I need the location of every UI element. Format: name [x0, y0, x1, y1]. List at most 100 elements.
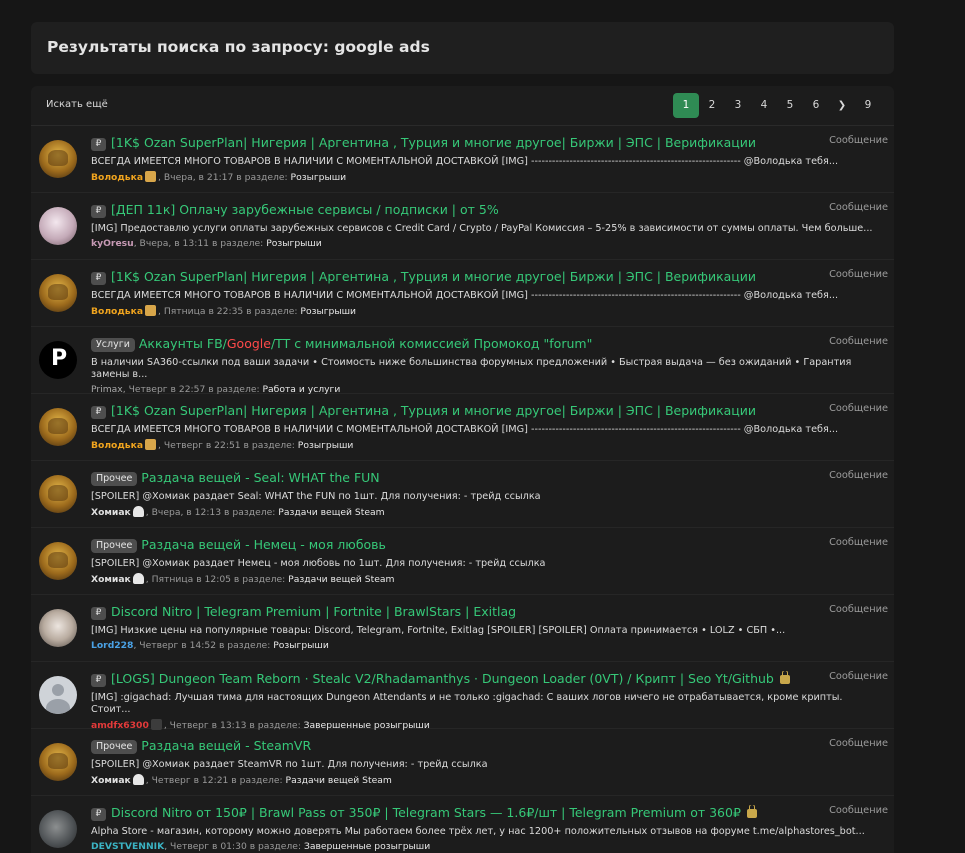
page-2-button[interactable]: 2 — [699, 93, 725, 118]
section-link[interactable]: Раздачи вещей Steam — [286, 775, 392, 786]
title-text[interactable]: Discord Nitro от 150₽ | Brawl Pass от 35… — [111, 805, 741, 820]
title-text[interactable]: [ДЕП 11к] Оплачу зарубежные сервисы / по… — [111, 202, 499, 217]
post-date: , Пятница в 12:05 в разделе: — [145, 574, 289, 585]
result-meta: Хомиак , Вчера, в 12:13 в разделе: Раздач… — [91, 506, 881, 519]
avatar[interactable] — [39, 274, 77, 312]
result-row[interactable]: ₽ [1K$ Ozan SuperPlan| Нигерия | Аргентин… — [31, 126, 894, 193]
result-content: Прочее Раздача вещей - Seal: WHAT the FUN… — [91, 470, 881, 519]
post-date: , Вчера, в 12:13 в разделе: — [145, 507, 279, 518]
result-title[interactable]: ₽ [1K$ Ozan SuperPlan| Нигерия | Аргентин… — [91, 135, 881, 151]
result-title[interactable]: ₽ [ДЕП 11к] Оплачу зарубежные сервисы / п… — [91, 202, 881, 218]
section-link[interactable]: Розыгрыши — [266, 238, 322, 249]
result-row[interactable]: Прочее Раздача вещей - Seal: WHAT the FUN… — [31, 461, 894, 528]
result-title[interactable]: ₽ [1K$ Ozan SuperPlan| Нигерия | Аргентин… — [91, 269, 881, 285]
page-5-button[interactable]: 5 — [777, 93, 803, 118]
section-link[interactable]: Розыгрыши — [291, 172, 347, 183]
result-title[interactable]: ₽ [LOGS] Dungeon Team Reborn · Stealc V2/… — [91, 671, 881, 687]
author-link[interactable]: Володька — [91, 306, 143, 317]
result-title[interactable]: ₽ [1K$ Ozan SuperPlan| Нигерия | Аргентин… — [91, 403, 881, 419]
section-link[interactable]: Розыгрыши — [298, 440, 354, 451]
title-text[interactable]: Раздача вещей - Немец - моя любовь — [141, 537, 386, 552]
author-link[interactable]: Хомиак — [91, 574, 131, 585]
avatar[interactable] — [39, 810, 77, 848]
result-title[interactable]: Прочее Раздача вещей - SteamVR — [91, 738, 881, 754]
author-link[interactable]: Володька — [91, 440, 143, 451]
avatar[interactable] — [39, 542, 77, 580]
author-link[interactable]: Володька — [91, 172, 143, 183]
author-link[interactable]: Хомиак — [91, 507, 131, 518]
result-snippet: ВСЕГДА ИМЕЕТСЯ МНОГО ТОВАРОВ В НАЛИЧИИ С… — [91, 156, 839, 167]
result-row[interactable]: P Услуги Аккаунты FB/Google/TT с минимальн… — [31, 327, 894, 395]
section-link[interactable]: Раздачи вещей Steam — [288, 574, 394, 585]
avatar[interactable] — [39, 408, 77, 446]
avatar[interactable] — [39, 609, 77, 647]
section-link[interactable]: Розыгрыши — [300, 306, 356, 317]
title-text[interactable]: [1K$ Ozan SuperPlan| Нигерия | Аргентина… — [111, 135, 756, 150]
ghost-emoji-icon — [132, 774, 144, 785]
content-type-label: Сообщение — [829, 805, 888, 816]
result-row[interactable]: ₽ Discord Nitro от 150₽ | Brawl Pass от 3… — [31, 796, 894, 853]
title-text[interactable]: Раздача вещей - Seal: WHAT the FUN — [141, 470, 379, 485]
search-title-box: Результаты поиска по запросу: google ads — [31, 22, 894, 74]
result-snippet: [IMG] :gigachad: Лучшая тима для настоящ… — [91, 692, 843, 715]
avatar[interactable] — [39, 207, 77, 245]
avatar[interactable] — [39, 475, 77, 513]
title-text[interactable]: [1K$ Ozan SuperPlan| Нигерия | Аргентина… — [111, 269, 756, 284]
result-content: ₽ [1K$ Ozan SuperPlan| Нигерия | Аргентин… — [91, 269, 881, 318]
title-text[interactable]: /TT с минимальной комиссией Промокод "fo… — [271, 336, 592, 351]
thread-prefix[interactable]: Услуги — [91, 338, 135, 352]
page-1-button[interactable]: 1 — [673, 93, 699, 118]
result-row[interactable]: Прочее Раздача вещей - SteamVR [SPOILER] @… — [31, 729, 894, 796]
page-last-button[interactable]: 9 — [855, 93, 881, 118]
avatar[interactable]: P — [39, 341, 77, 379]
page-title: Результаты поиска по запросу: google ads — [47, 38, 430, 56]
result-title[interactable]: Услуги Аккаунты FB/Google/TT с минимально… — [91, 336, 881, 352]
title-text[interactable]: Discord Nitro | Telegram Premium | Fortn… — [111, 604, 516, 619]
result-row[interactable]: Прочее Раздача вещей - Немец - моя любовь… — [31, 528, 894, 595]
thread-prefix[interactable]: Прочее — [91, 539, 138, 553]
section-link[interactable]: Раздачи вещей Steam — [278, 507, 384, 518]
avatar[interactable] — [39, 140, 77, 178]
page-6-button[interactable]: 6 — [803, 93, 829, 118]
page-3-button[interactable]: 3 — [725, 93, 751, 118]
author-link[interactable]: Хомиак — [91, 775, 131, 786]
result-title[interactable]: ₽ Discord Nitro | Telegram Premium | Fort… — [91, 604, 881, 620]
section-link[interactable]: Завершенные розыгрыши — [304, 841, 430, 852]
thread-prefix[interactable]: Прочее — [91, 472, 138, 486]
pagination: 1 2 3 4 5 6 ❯ 9 — [673, 93, 881, 118]
ruble-icon: ₽ — [91, 607, 106, 620]
title-text[interactable]: [1K$ Ozan SuperPlan| Нигерия | Аргентина… — [111, 403, 756, 418]
result-row[interactable]: ₽ [LOGS] Dungeon Team Reborn · Stealc V2/… — [31, 662, 894, 731]
next-page-button[interactable]: ❯ — [829, 93, 855, 118]
result-snippet: Alpha Store - магазин, которому можно до… — [91, 826, 865, 837]
author-link[interactable]: Lord228 — [91, 640, 133, 651]
result-row[interactable]: ₽ Discord Nitro | Telegram Premium | Fort… — [31, 595, 894, 662]
title-text[interactable]: [LOGS] Dungeon Team Reborn · Stealc V2/R… — [111, 671, 774, 686]
content-type-label: Сообщение — [829, 537, 888, 548]
search-highlight[interactable]: Google — [227, 336, 271, 351]
page-4-button[interactable]: 4 — [751, 93, 777, 118]
search-more-link[interactable]: Искать ещё — [46, 99, 108, 110]
lock-icon — [746, 805, 757, 818]
ghost-emoji-icon — [132, 506, 144, 517]
result-row[interactable]: ₽ [ДЕП 11к] Оплачу зарубежные сервисы / п… — [31, 193, 894, 260]
title-text[interactable]: Аккаунты FB/ — [139, 336, 227, 351]
result-content: ₽ Discord Nitro от 150₽ | Brawl Pass от 3… — [91, 805, 881, 853]
result-title[interactable]: Прочее Раздача вещей - Seal: WHAT the FUN — [91, 470, 881, 486]
result-meta: Володька , Пятница в 22:35 в разделе: Роз… — [91, 305, 881, 318]
result-row[interactable]: ₽ [1K$ Ozan SuperPlan| Нигерия | Аргентин… — [31, 260, 894, 327]
avatar[interactable] — [39, 743, 77, 781]
avatar[interactable] — [39, 676, 77, 714]
thread-prefix[interactable]: Прочее — [91, 740, 138, 754]
result-title[interactable]: Прочее Раздача вещей - Немец - моя любовь — [91, 537, 881, 553]
content-type-label: Сообщение — [829, 202, 888, 213]
result-title[interactable]: ₽ Discord Nitro от 150₽ | Brawl Pass от 3… — [91, 805, 881, 821]
section-link[interactable]: Розыгрыши — [273, 640, 329, 651]
post-date: , Четверг в 22:51 в разделе: — [158, 440, 298, 451]
result-row[interactable]: ₽ [1K$ Ozan SuperPlan| Нигерия | Аргентин… — [31, 394, 894, 461]
title-text[interactable]: Раздача вещей - SteamVR — [141, 738, 311, 753]
author-link[interactable]: kyOresu — [91, 238, 134, 249]
result-snippet: ВСЕГДА ИМЕЕТСЯ МНОГО ТОВАРОВ В НАЛИЧИИ С… — [91, 424, 839, 435]
author-link[interactable]: DEVSTVENNIK — [91, 841, 164, 852]
result-snippet: ВСЕГДА ИМЕЕТСЯ МНОГО ТОВАРОВ В НАЛИЧИИ С… — [91, 290, 839, 301]
